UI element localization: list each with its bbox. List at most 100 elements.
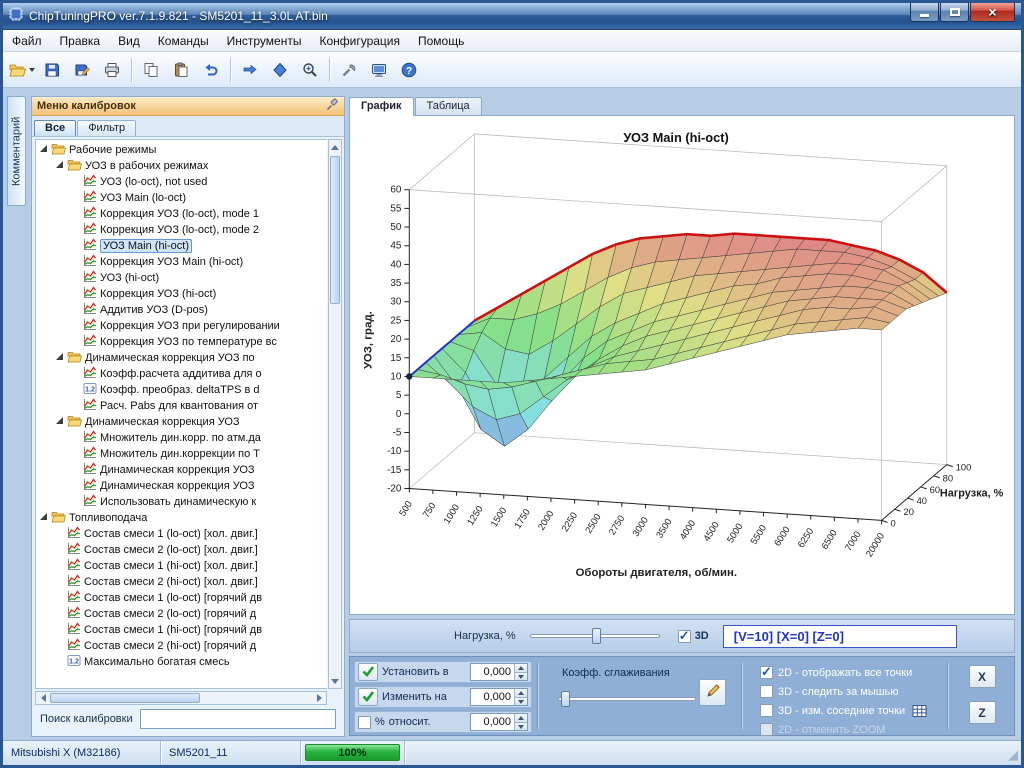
calibration-tab-1[interactable]: Фильтр: [77, 120, 136, 136]
change-value-spinner[interactable]: 0,000: [470, 688, 528, 706]
tree-item[interactable]: Коррекция УОЗ (lo-oct), mode 1: [36, 206, 327, 222]
toolbar-compare-button[interactable]: [236, 56, 264, 83]
main-tab-1[interactable]: Таблица: [415, 97, 482, 115]
scroll-thumb[interactable]: [50, 693, 200, 703]
tree-item[interactable]: Коррекция УОЗ (lo-oct), mode 2: [36, 222, 327, 238]
tab-comments[interactable]: Комментарий: [7, 96, 26, 206]
scroll-thumb[interactable]: [330, 156, 340, 304]
tree-horizontal-scrollbar[interactable]: [35, 691, 327, 705]
tree-item[interactable]: УОЗ в рабочих режимах: [36, 158, 327, 174]
tree-item[interactable]: Топливоподача: [36, 510, 327, 526]
axis-button-x[interactable]: X: [969, 665, 996, 688]
change-value-field[interactable]: 0,000: [483, 691, 511, 703]
expander-icon[interactable]: [56, 417, 63, 424]
toolbar-checksum-button[interactable]: [266, 56, 294, 83]
scroll-down-icon[interactable]: [329, 675, 341, 687]
toolbar-device-button[interactable]: [365, 56, 393, 83]
pin-icon[interactable]: [325, 98, 339, 115]
main-tab-0[interactable]: График: [349, 97, 414, 116]
toolbar-zoom-button[interactable]: [296, 56, 324, 83]
tree-item[interactable]: Расч. Pabs для квантования от: [36, 398, 327, 414]
scroll-up-icon[interactable]: [329, 141, 341, 153]
tree-item[interactable]: Состав смеси 2 (hi-oct) [горячий д: [36, 638, 327, 654]
expander-icon[interactable]: [56, 353, 63, 360]
toolbar-tools-button[interactable]: [335, 56, 363, 83]
tree-item[interactable]: УОЗ Main (lo-oct): [36, 190, 327, 206]
toolbar-open-button[interactable]: [8, 56, 36, 83]
toolbar-save-as-button[interactable]: [68, 56, 96, 83]
menu-item-5[interactable]: Конфигурация: [310, 31, 409, 51]
expander-icon[interactable]: [40, 513, 47, 520]
tree-item[interactable]: 1.2Максимально богатая смесь: [36, 654, 327, 670]
relative-field[interactable]: 0,000: [483, 716, 511, 728]
option-checkbox-3[interactable]: [760, 723, 773, 736]
slider-track[interactable]: [558, 697, 696, 701]
tree-item[interactable]: 1.2Коэфф. преобраз. deltaTPS в d: [36, 382, 327, 398]
toolbar-save-button[interactable]: [38, 56, 66, 83]
slider-thumb[interactable]: [592, 628, 601, 644]
minimize-button[interactable]: [910, 3, 939, 22]
tree-item[interactable]: УОЗ Main (hi-oct): [36, 238, 327, 254]
menu-item-1[interactable]: Правка: [51, 31, 110, 51]
tree-item[interactable]: Состав смеси 1 (hi-oct) [горячий дв: [36, 622, 327, 638]
toolbar-print-button[interactable]: [98, 56, 126, 83]
tree-item[interactable]: Состав смеси 1 (hi-oct) [хол. двиг.]: [36, 558, 327, 574]
tree-item[interactable]: Коэфф.расчета аддитива для о: [36, 366, 327, 382]
chart-area[interactable]: УОЗ Main (hi-oct)-20-15-10-5051015202530…: [349, 115, 1015, 615]
option-checkbox-1[interactable]: [760, 685, 773, 698]
axis-button-z[interactable]: Z: [969, 701, 996, 724]
set-value-spinner[interactable]: 0,000: [470, 663, 528, 681]
tree-item[interactable]: Множитель дин.коррекции по Т: [36, 446, 327, 462]
tree-item[interactable]: Аддитив УОЗ (D-pos): [36, 302, 327, 318]
menu-item-2[interactable]: Вид: [109, 31, 149, 51]
tree-item[interactable]: Динамическая коррекция УОЗ: [36, 414, 327, 430]
close-button[interactable]: ×: [970, 3, 1015, 22]
slider-thumb[interactable]: [561, 691, 570, 707]
tree-item[interactable]: Динамическая коррекция УОЗ: [36, 478, 327, 494]
tree-item[interactable]: Коррекция УОЗ по температуре вс: [36, 334, 327, 350]
expander-icon[interactable]: [40, 145, 47, 152]
tree-item[interactable]: Динамическая коррекция УОЗ: [36, 462, 327, 478]
menu-item-4[interactable]: Инструменты: [218, 31, 311, 51]
tree-item[interactable]: Состав смеси 2 (hi-oct) [хол. двиг.]: [36, 574, 327, 590]
3d-checkbox[interactable]: [678, 630, 691, 643]
change-value-apply-button[interactable]: [358, 688, 378, 706]
percent-checkbox[interactable]: [358, 716, 371, 729]
resize-grip[interactable]: ◢: [1008, 747, 1018, 763]
scroll-right-icon[interactable]: [313, 692, 325, 704]
toolbar-copy-button[interactable]: [137, 56, 165, 83]
scroll-left-icon[interactable]: [37, 692, 49, 704]
set-value-field[interactable]: 0,000: [483, 666, 511, 678]
tree-item[interactable]: Использовать динамическую к: [36, 494, 327, 510]
tree-item[interactable]: УОЗ (lo-oct), not used: [36, 174, 327, 190]
tree-vertical-scrollbar[interactable]: [328, 139, 342, 689]
load-slider[interactable]: [530, 627, 660, 645]
titlebar[interactable]: ChipTuningPRO ver.7.1.9.821 - SM5201_11_…: [3, 3, 1021, 30]
tree-item[interactable]: Коррекция УОЗ Main (hi-oct): [36, 254, 327, 270]
edit-map-button[interactable]: [699, 679, 726, 706]
tree-item[interactable]: Коррекция УОЗ (hi-oct): [36, 286, 327, 302]
tree-item[interactable]: Состав смеси 1 (lo-oct) [хол. двиг.]: [36, 526, 327, 542]
maximize-button[interactable]: [940, 3, 969, 22]
smoothing-slider[interactable]: [558, 690, 696, 708]
menu-item-3[interactable]: Команды: [149, 31, 218, 51]
tree-item[interactable]: Состав смеси 2 (lo-oct) [горячий д: [36, 606, 327, 622]
tree-item[interactable]: Коррекция УОЗ при регулировании: [36, 318, 327, 334]
calibration-search-input[interactable]: [140, 709, 336, 729]
tree-item[interactable]: Рабочие режимы: [36, 142, 327, 158]
tree-item[interactable]: УОЗ (hi-oct): [36, 270, 327, 286]
toolbar-undo-button[interactable]: [197, 56, 225, 83]
tree-item[interactable]: Динамическая коррекция УОЗ по: [36, 350, 327, 366]
tree-item[interactable]: Состав смеси 2 (lo-oct) [хол. двиг.]: [36, 542, 327, 558]
menu-item-0[interactable]: Файл: [3, 31, 51, 51]
expander-icon[interactable]: [56, 161, 63, 168]
toolbar-help-button[interactable]: ?: [395, 56, 423, 83]
option-checkbox-0[interactable]: [760, 666, 773, 679]
menu-item-6[interactable]: Помощь: [409, 31, 473, 51]
spinner-arrows[interactable]: [514, 714, 527, 730]
toolbar-paste-button[interactable]: [167, 56, 195, 83]
tree-item[interactable]: Состав смеси 1 (lo-oct) [горячий дв: [36, 590, 327, 606]
option-checkbox-2[interactable]: [760, 704, 773, 717]
calibration-tab-0[interactable]: Все: [34, 120, 76, 136]
spinner-arrows[interactable]: [514, 664, 527, 680]
